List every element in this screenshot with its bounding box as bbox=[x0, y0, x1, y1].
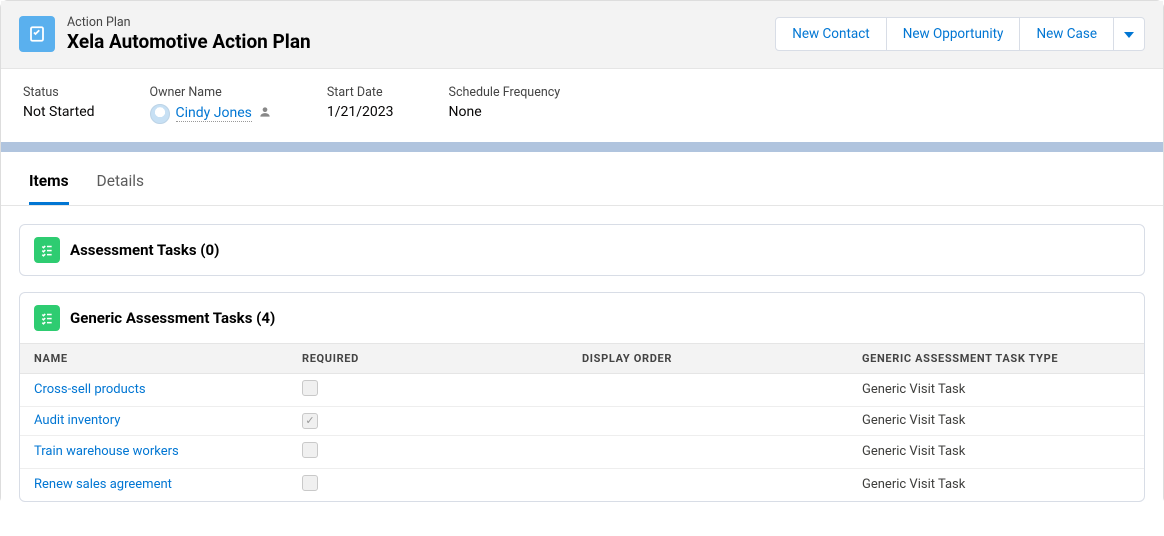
task-link[interactable]: Cross-sell products bbox=[34, 382, 146, 397]
field-label: Start Date bbox=[327, 85, 394, 100]
change-owner-icon[interactable] bbox=[258, 105, 272, 123]
field-label: Status bbox=[23, 85, 95, 100]
type-cell: Generic Visit Task bbox=[862, 382, 1130, 397]
panel-header[interactable]: Assessment Tasks (0) bbox=[20, 225, 1144, 275]
tab-bar: Items Details bbox=[1, 158, 1163, 206]
type-cell: Generic Visit Task bbox=[862, 444, 1130, 459]
panel-title: Generic Assessment Tasks (4) bbox=[70, 309, 275, 327]
avatar bbox=[150, 104, 170, 124]
assessment-tasks-panel: Assessment Tasks (0) bbox=[19, 224, 1145, 276]
more-actions-button[interactable] bbox=[1114, 17, 1145, 51]
field-value: None bbox=[449, 104, 561, 120]
field-label: Schedule Frequency bbox=[449, 85, 561, 100]
column-header-display-order[interactable]: DISPLAY ORDER bbox=[582, 352, 862, 365]
new-case-button[interactable]: New Case bbox=[1020, 17, 1114, 51]
schedule-frequency-field: Schedule Frequency None bbox=[449, 85, 561, 124]
tab-items[interactable]: Items bbox=[29, 158, 69, 205]
table-header-row: NAME REQUIRED DISPLAY ORDER GENERIC ASSE… bbox=[20, 343, 1144, 374]
panel-title: Assessment Tasks (0) bbox=[70, 241, 219, 259]
required-checkbox bbox=[302, 442, 318, 458]
owner-field: Owner Name Cindy Jones bbox=[150, 85, 272, 124]
action-plan-icon bbox=[19, 16, 55, 52]
field-value: 1/21/2023 bbox=[327, 104, 394, 120]
new-contact-button[interactable]: New Contact bbox=[775, 17, 886, 51]
header-left: Action Plan Xela Automotive Action Plan bbox=[19, 15, 311, 54]
type-cell: Generic Visit Task bbox=[862, 477, 1130, 492]
panel-header[interactable]: Generic Assessment Tasks (4) bbox=[20, 293, 1144, 343]
new-opportunity-button[interactable]: New Opportunity bbox=[887, 17, 1021, 51]
column-header-type[interactable]: GENERIC ASSESSMENT TASK TYPE bbox=[862, 352, 1130, 365]
column-header-name[interactable]: NAME bbox=[34, 352, 302, 365]
task-list-icon bbox=[34, 237, 60, 263]
field-label: Owner Name bbox=[150, 85, 272, 100]
table-row: Renew sales agreement Generic Visit Task bbox=[20, 469, 1144, 501]
object-label: Action Plan bbox=[67, 15, 311, 30]
generic-assessment-tasks-panel: Generic Assessment Tasks (4) NAME REQUIR… bbox=[19, 292, 1145, 502]
highlights-panel: Status Not Started Owner Name Cindy Jone… bbox=[1, 69, 1163, 142]
header-titles: Action Plan Xela Automotive Action Plan bbox=[67, 15, 311, 54]
required-checkbox bbox=[302, 380, 318, 396]
divider bbox=[1, 142, 1163, 152]
tab-content: Assessment Tasks (0) Generic Assessment … bbox=[1, 206, 1163, 536]
task-link[interactable]: Train warehouse workers bbox=[34, 444, 179, 459]
table-row: Cross-sell products Generic Visit Task bbox=[20, 374, 1144, 407]
tab-details[interactable]: Details bbox=[97, 158, 144, 205]
task-link[interactable]: Audit inventory bbox=[34, 413, 120, 428]
type-cell: Generic Visit Task bbox=[862, 413, 1130, 428]
table-row: Train warehouse workers Generic Visit Ta… bbox=[20, 436, 1144, 469]
page-title: Xela Automotive Action Plan bbox=[67, 30, 311, 54]
task-list-icon bbox=[34, 305, 60, 331]
header-actions: New Contact New Opportunity New Case bbox=[775, 17, 1145, 51]
table-row: Audit inventory ✓ Generic Visit Task bbox=[20, 407, 1144, 436]
status-field: Status Not Started bbox=[23, 85, 95, 124]
field-value: Not Started bbox=[23, 104, 95, 120]
column-header-required[interactable]: REQUIRED bbox=[302, 352, 582, 365]
owner-link[interactable]: Cindy Jones bbox=[176, 105, 252, 122]
chevron-down-icon bbox=[1124, 32, 1134, 38]
required-checkbox: ✓ bbox=[302, 413, 318, 429]
task-link[interactable]: Renew sales agreement bbox=[34, 477, 172, 492]
start-date-field: Start Date 1/21/2023 bbox=[327, 85, 394, 124]
page-header: Action Plan Xela Automotive Action Plan … bbox=[1, 1, 1163, 69]
required-checkbox bbox=[302, 475, 318, 491]
